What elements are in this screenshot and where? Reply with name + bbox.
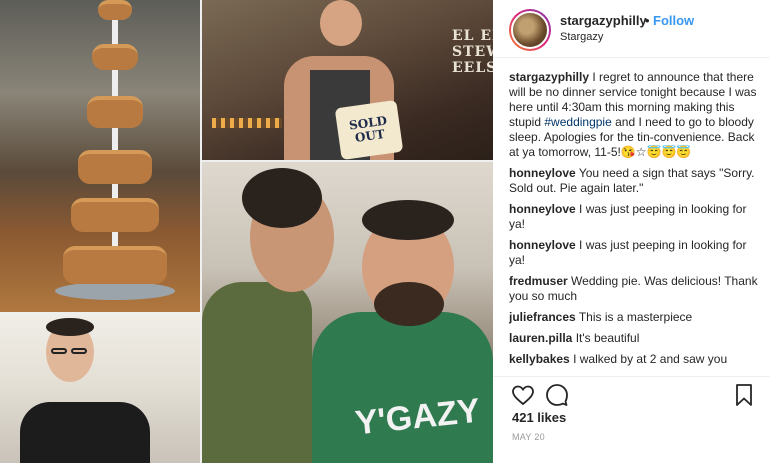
- pie-tier: [63, 246, 167, 284]
- hair: [242, 168, 322, 228]
- comment-item: fredmuser Wedding pie. Was delicious! Th…: [509, 274, 759, 304]
- pie-tier: [92, 44, 138, 70]
- comment-username[interactable]: juliefrances: [509, 310, 576, 324]
- pie-tier: [78, 150, 152, 184]
- sold-out-sign-text: SOLD OUT: [348, 113, 388, 145]
- hair: [362, 200, 454, 240]
- caption: stargazyphilly I regret to announce that…: [509, 70, 759, 160]
- comment-item: lauren.pilla It's beautiful: [509, 331, 759, 346]
- post-actions: 421 likes MAY 20: [493, 376, 770, 463]
- caption-username[interactable]: stargazyphilly: [509, 70, 589, 84]
- comments-list[interactable]: stargazyphilly I regret to announce that…: [509, 70, 759, 376]
- sold-out-sign: SOLD OUT: [334, 99, 404, 161]
- comment-item: honneylove I was just peeping in looking…: [509, 238, 759, 268]
- olive-shirt: [202, 282, 312, 463]
- pie-pillar: [112, 230, 118, 246]
- comment-username[interactable]: fredmuser: [509, 274, 568, 288]
- pie-pillar: [112, 70, 118, 96]
- glasses: [71, 348, 87, 354]
- head: [320, 0, 362, 46]
- green-shirt: [312, 312, 493, 463]
- pie-pillar: [112, 20, 118, 44]
- comment-text: This is a masterpiece: [578, 310, 693, 324]
- post-date[interactable]: MAY 20: [512, 432, 545, 442]
- comment-item: kellybakes I walked by at 2 and saw you: [509, 352, 759, 367]
- pie-tier: [71, 198, 159, 232]
- glasses: [51, 348, 67, 354]
- pie-tier: [87, 96, 143, 128]
- post-sidebar: stargazyphilly • Follow Stargazy stargaz…: [493, 0, 770, 463]
- location-link[interactable]: Stargazy: [560, 31, 603, 43]
- header-username[interactable]: stargazyphilly: [560, 13, 647, 28]
- string-lights: [212, 118, 282, 128]
- comment-text: I walked by at 2 and saw you: [573, 352, 728, 366]
- comment-item: juliefrances This is a masterpiece: [509, 310, 759, 325]
- likes-count[interactable]: 421 likes: [512, 410, 566, 425]
- pie-pillar: [112, 182, 118, 198]
- post-header: stargazyphilly • Follow Stargazy: [493, 0, 770, 58]
- hashtag-link[interactable]: #weddingpie: [544, 115, 611, 129]
- hair: [46, 318, 94, 336]
- comment-username[interactable]: lauren.pilla: [509, 331, 572, 345]
- heart-icon[interactable]: [511, 383, 535, 407]
- comment-item: honneylove I was just peeping in looking…: [509, 202, 759, 232]
- pie-tier: [98, 0, 132, 20]
- photo-pie-tower: [0, 0, 200, 312]
- avatar[interactable]: [509, 9, 551, 51]
- pie-pillar: [112, 128, 118, 150]
- comment-icon[interactable]: [545, 383, 569, 407]
- comment-text: It's beautiful: [575, 331, 640, 345]
- avatar-image: [511, 11, 549, 49]
- comment-username[interactable]: honneylove: [509, 238, 576, 252]
- follow-button[interactable]: Follow: [653, 13, 694, 28]
- photo-smiling-man: [0, 314, 200, 463]
- post-image-collage[interactable]: EL ED & STEWED EELS SOLD OUT Y'GAZY: [0, 0, 493, 463]
- comment-username[interactable]: honneylove: [509, 166, 576, 180]
- separator-dot: •: [645, 13, 650, 28]
- shop-sign-text: EL ED & STEWED EELS: [452, 28, 493, 76]
- comment-username[interactable]: honneylove: [509, 202, 576, 216]
- comment-item: honneylove You need a sign that says "So…: [509, 166, 759, 196]
- comment-username[interactable]: kellybakes: [509, 352, 570, 366]
- black-tshirt: [20, 402, 150, 463]
- wedding-pie-tower: [60, 0, 170, 312]
- beard: [374, 282, 444, 326]
- bookmark-icon[interactable]: [733, 383, 755, 407]
